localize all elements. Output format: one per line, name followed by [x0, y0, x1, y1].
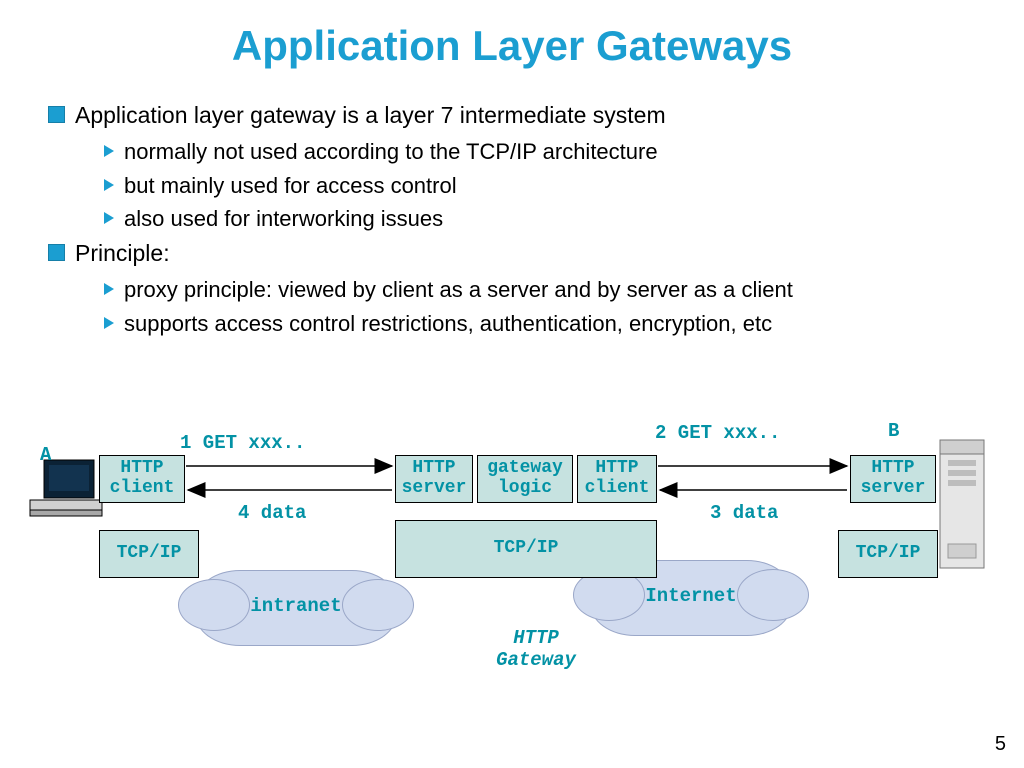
triangle-bullet-icon [104, 179, 114, 191]
bullet-text: proxy principle: viewed by client as a s… [124, 275, 793, 305]
bullet-text: Application layer gateway is a layer 7 i… [75, 100, 666, 131]
triangle-bullet-icon [104, 317, 114, 329]
sub-bullet-item: normally not used according to the TCP/I… [104, 137, 984, 167]
bullet-text: supports access control restrictions, au… [124, 309, 772, 339]
sub-bullet-item: also used for interworking issues [104, 204, 984, 234]
sub-bullet-item: but mainly used for access control [104, 171, 984, 201]
bullet-list: Application layer gateway is a layer 7 i… [48, 100, 984, 343]
triangle-bullet-icon [104, 145, 114, 157]
slide: Application Layer Gateways Application l… [0, 0, 1024, 768]
bullet-text: but mainly used for access control [124, 171, 457, 201]
diagram: intranet Internet HTTP client TCP/IP HTT… [0, 400, 1024, 700]
sub-bullet-item: supports access control restrictions, au… [104, 309, 984, 339]
bullet-text: Principle: [75, 238, 170, 269]
slide-title: Application Layer Gateways [0, 22, 1024, 70]
triangle-bullet-icon [104, 212, 114, 224]
triangle-bullet-icon [104, 283, 114, 295]
bullet-item: Application layer gateway is a layer 7 i… [48, 100, 984, 131]
sub-bullet-item: proxy principle: viewed by client as a s… [104, 275, 984, 305]
bullet-text: normally not used according to the TCP/I… [124, 137, 658, 167]
page-number: 5 [995, 733, 1006, 756]
bullet-item: Principle: [48, 238, 984, 269]
square-bullet-icon [48, 244, 65, 261]
bullet-text: also used for interworking issues [124, 204, 443, 234]
arrows [0, 400, 1024, 700]
square-bullet-icon [48, 106, 65, 123]
